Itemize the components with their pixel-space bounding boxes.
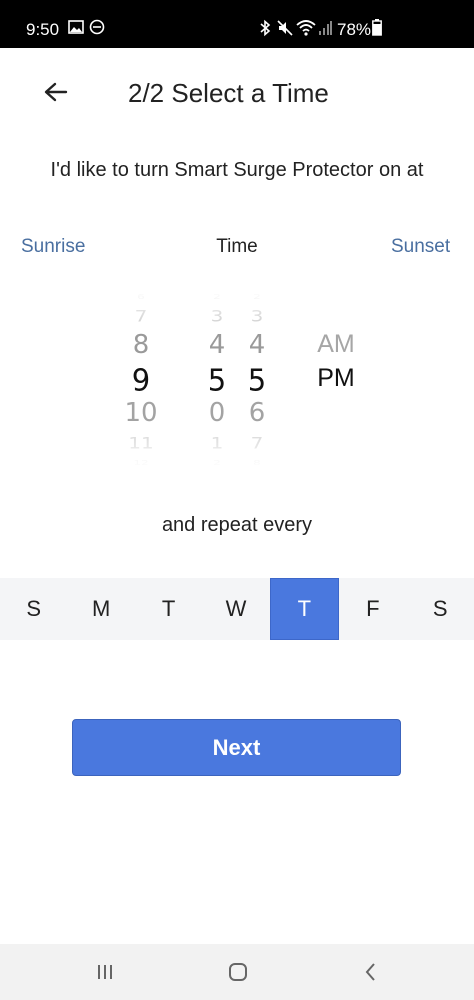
meridiem-wheel[interactable]: AM PM [306,286,366,472]
sunset-option[interactable]: Sunset [391,236,450,258]
minute-ones-wheel[interactable]: 2 3 456 7 8 [240,286,274,472]
minute-ones-option[interactable]: 7 [240,433,274,452]
minute-tens-option[interactable]: 0 [200,398,234,428]
minute-tens-wheel[interactable]: 2 3 450 1 2 [200,286,234,472]
day-thursday[interactable]: T [269,578,340,640]
day-saturday[interactable]: S [407,578,474,640]
day-sunday[interactable]: S [0,578,67,640]
minute-ones-option[interactable]: 3 [240,306,274,325]
bluetooth-icon [258,19,272,42]
minute-ones-option[interactable]: 2 [240,293,274,301]
minute-ones-option[interactable]: 6 [240,398,274,428]
hour-option[interactable]: 8 [112,330,170,360]
minute-tens-option[interactable]: 1 [200,433,234,452]
hour-option[interactable]: 7 [112,306,170,325]
system-back-button[interactable] [356,960,386,984]
minute-tens-option[interactable]: 2 [200,293,234,301]
hour-option[interactable]: 11 [112,433,170,452]
day-wednesday[interactable]: W [202,578,269,640]
home-icon [229,963,247,981]
minute-tens-option[interactable]: 4 [200,330,234,360]
back-button[interactable] [36,74,76,114]
wifi-icon [296,19,316,42]
day-tuesday[interactable]: T [135,578,202,640]
arrow-left-icon [44,82,68,102]
recent-apps-icon [98,965,112,979]
status-bar: 9:50 78% [0,0,474,48]
meridiem-option[interactable]: PM [306,364,366,393]
sunrise-option[interactable]: Sunrise [21,236,85,258]
day-selector: S M T W T F S [0,578,474,640]
home-button[interactable] [223,960,253,984]
minute-ones-option[interactable]: 5 [240,362,274,398]
prompt-text: I'd like to turn Smart Surge Protector o… [50,159,424,181]
picker-fade-bottom [0,422,474,472]
hour-option[interactable]: 6 [112,293,170,301]
page-title: 2/2 Select a Time [128,78,329,108]
status-time: 9:50 [26,20,60,39]
header: 2/2 Select a Time [0,48,474,140]
minute-ones-option[interactable]: 4 [240,330,274,360]
hour-wheel[interactable]: 6 7 8 9 10 11 12 [112,286,170,472]
hour-option[interactable]: 10 [112,398,170,428]
battery-percent: 78% [337,20,372,39]
navigation-bar [0,944,474,1000]
minute-tens-option[interactable]: 5 [200,362,234,398]
chevron-left-icon [365,963,375,981]
gallery-icon [68,19,84,40]
repeat-label: and repeat every [161,514,313,536]
time-picker: 6 7 8 9 10 11 12 2345012 2345678 AM PM [0,286,474,472]
battery-icon [372,19,382,41]
hour-option[interactable]: 9 [112,362,170,398]
minute-tens-option[interactable]: 3 [200,306,234,325]
minute-ones-option[interactable]: 8 [240,459,274,467]
meridiem-option[interactable]: AM [306,330,366,359]
minute-tens-option[interactable]: 2 [200,459,234,467]
mute-icon [276,19,294,42]
do-not-disturb-icon [89,19,105,40]
day-monday[interactable]: M [67,578,134,640]
signal-icon [318,19,332,42]
next-button[interactable]: Next [72,719,401,776]
recent-apps-button[interactable] [90,960,120,984]
picker-fade-top [0,286,474,326]
hour-option[interactable]: 12 [112,459,170,467]
day-friday[interactable]: F [339,578,406,640]
